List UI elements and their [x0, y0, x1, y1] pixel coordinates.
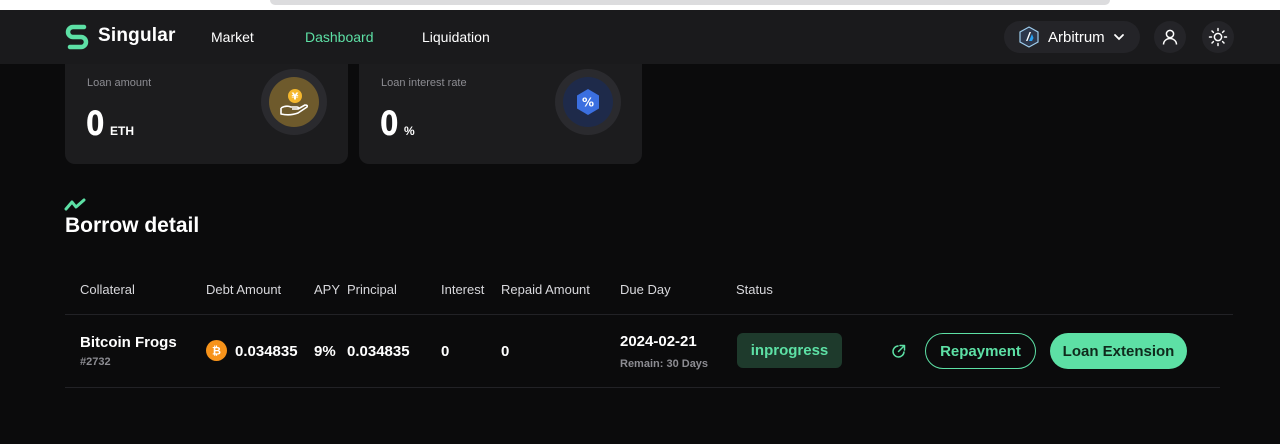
section-title: Borrow detail — [65, 214, 200, 237]
svg-text:₿: ₿ — [212, 345, 221, 358]
arbitrum-icon — [1019, 26, 1039, 48]
column-header-collateral: Collateral — [80, 282, 135, 297]
coin-hand-icon-bg: ¥ — [269, 77, 319, 127]
trend-icon — [64, 198, 86, 211]
loan-extension-button[interactable]: Loan Extension — [1050, 333, 1187, 369]
collateral-name[interactable]: Bitcoin Frogs — [80, 334, 177, 351]
card-label: Loan interest rate — [381, 77, 467, 89]
column-header-principal: Principal — [347, 282, 397, 297]
table-row-divider — [65, 387, 1220, 388]
bitcoin-glyph: ₿ — [212, 345, 221, 358]
nav-link-dashboard[interactable]: Dashboard — [305, 29, 374, 45]
principal-value: 0.034835 — [347, 343, 410, 360]
card-label: Loan amount — [87, 77, 152, 89]
remain-days: Remain: 30 Days — [620, 358, 709, 370]
percent-hexagon-icon: % — [577, 89, 599, 115]
external-link-icon[interactable] — [891, 343, 907, 359]
loan-amount-value: 0 — [86, 104, 105, 144]
table-header-divider — [65, 314, 1233, 315]
collateral-id: #2732 — [80, 356, 111, 368]
column-header-repaid-amount: Repaid Amount — [501, 282, 590, 297]
percent-icon-ring: % — [555, 69, 621, 135]
browser-scroll-pill — [270, 0, 1110, 5]
card-value: 0 % — [380, 104, 415, 144]
brand-name: Singular — [98, 25, 176, 46]
network-selector[interactable]: Arbitrum — [1004, 21, 1140, 53]
due-day-value: 2024-02-21 — [620, 333, 697, 350]
brand-logo[interactable]: Singular — [64, 22, 176, 50]
status-badge: inprogress — [737, 333, 842, 368]
percent-icon-bg: % — [563, 77, 613, 127]
column-header-status: Status — [736, 282, 773, 297]
column-header-due-day: Due Day — [620, 282, 671, 297]
loan-interest-value: 0 — [380, 104, 399, 144]
column-header-apy: APY — [314, 282, 341, 297]
network-name: Arbitrum — [1048, 28, 1105, 46]
card-value: 0 ETH — [86, 104, 134, 144]
navbar: Singular Market Dashboard Liquidation Ar… — [0, 10, 1280, 64]
loan-amount-card: Loan amount 0 ETH ¥ — [65, 64, 348, 164]
loan-interest-unit: % — [404, 124, 415, 138]
loan-amount-unit: ETH — [110, 124, 134, 138]
user-icon — [1162, 29, 1178, 45]
interest-value: 0 — [441, 343, 450, 360]
browser-top-strip — [0, 0, 1280, 10]
repaid-amount-value: 0 — [501, 343, 510, 360]
repayment-button[interactable]: Repayment — [925, 333, 1036, 369]
coin-hand-icon: ¥ — [280, 89, 309, 116]
chevron-down-icon — [1113, 34, 1124, 41]
singular-logo-icon — [65, 24, 89, 50]
svg-text:%: % — [582, 96, 594, 110]
svg-text:¥: ¥ — [292, 92, 299, 103]
account-button[interactable] — [1154, 21, 1186, 53]
apy-value: 9% — [314, 343, 336, 360]
coin-hand-icon-ring: ¥ — [261, 69, 327, 135]
bitcoin-icon: ₿ — [206, 340, 227, 361]
nav-link-liquidation[interactable]: Liquidation — [422, 29, 490, 45]
theme-toggle-button[interactable] — [1202, 21, 1234, 53]
column-header-interest: Interest — [441, 282, 485, 297]
nav-link-market[interactable]: Market — [211, 29, 254, 45]
sun-icon — [1208, 27, 1228, 47]
loan-interest-card: Loan interest rate 0 % % — [359, 64, 642, 164]
debt-amount: 0.034835 — [235, 343, 298, 360]
column-header-debt-amount: Debt Amount — [206, 282, 282, 297]
